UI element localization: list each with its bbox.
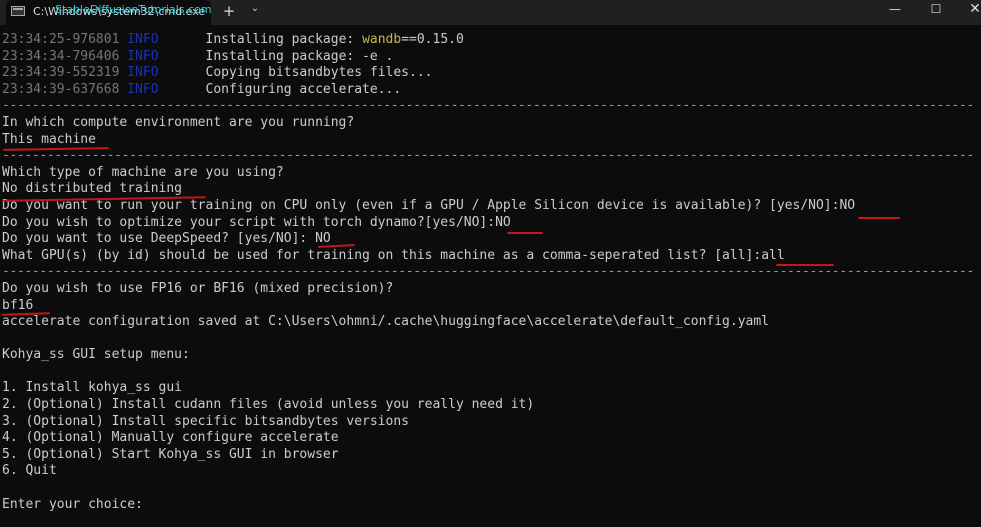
- log-message: Copying bitsandbytes files...: [205, 65, 433, 81]
- answer-text: NO: [495, 214, 511, 230]
- terminal-tab[interactable]: C:\Windows\system32\cmd.exe StableDiffus…: [6, 0, 212, 25]
- question-text: What GPU(s) (by id) should be used for t…: [2, 247, 762, 263]
- log-level: INFO: [127, 81, 159, 97]
- log-message: Installing package: -e .: [205, 48, 394, 64]
- menu-item: 3. (Optional) Install specific bitsandby…: [2, 413, 409, 429]
- log-line: 23:34:34-796406 INFO Installing package:…: [2, 49, 981, 66]
- log-level: INFO: [127, 48, 159, 64]
- question-machine: Which type of machine are you using?: [2, 164, 284, 180]
- annotation-underline: [507, 232, 543, 234]
- menu-item: 6. Quit: [2, 463, 57, 479]
- timestamp: 23:34:25-976801: [2, 32, 120, 47]
- question-deepspeed: Do you want to use DeepSpeed? [yes/NO]: …: [2, 231, 981, 248]
- separator: ----------------------------------------…: [2, 264, 974, 280]
- menu-item: 2. (Optional) Install cudann files (avoi…: [2, 397, 535, 413]
- log-line: 23:34:39-552319 INFO Copying bitsandbyte…: [2, 65, 981, 82]
- menu-title: Kohya_ss GUI setup menu:: [2, 347, 190, 363]
- timestamp: 23:34:39-552319: [2, 65, 120, 81]
- annotation-underline: [858, 217, 900, 219]
- terminal-output[interactable]: 23:34:25-976801 INFO Installing package:…: [2, 32, 981, 513]
- answer-text: NO: [315, 231, 331, 247]
- package-name: wandb: [362, 32, 402, 47]
- answer-text: NO: [839, 197, 856, 213]
- question-cpu: Do you want to run your training on CPU …: [2, 198, 981, 215]
- minimize-button[interactable]: —: [877, 0, 913, 25]
- log-level: INFO: [127, 32, 159, 47]
- watermark: StableDiffusionTutorials.com: [55, 3, 212, 16]
- question-text: Do you want to run your training on CPU …: [2, 197, 840, 213]
- answer-env: This machine: [2, 131, 96, 147]
- title-bar: C:\Windows\system32\cmd.exe StableDiffus…: [0, 0, 981, 25]
- log-line: 23:34:39-637668 INFO Configuring acceler…: [2, 82, 981, 99]
- timestamp: 23:34:39-637668: [2, 81, 120, 97]
- question-precision: Do you wish to use FP16 or BF16 (mixed p…: [2, 280, 394, 296]
- close-button[interactable]: ✕: [957, 0, 981, 25]
- question-text: Do you wish to optimize your script with…: [2, 214, 496, 230]
- menu-item: 1. Install kohya_ss gui: [2, 380, 183, 396]
- input-prompt[interactable]: Enter your choice:: [2, 497, 981, 514]
- chevron-down-icon[interactable]: ⌄: [247, 3, 263, 23]
- config-saved-message: accelerate configuration saved at C:\Use…: [2, 314, 770, 330]
- question-dynamo: Do you wish to optimize your script with…: [2, 215, 981, 232]
- menu-item: 5. (Optional) Start Kohya_ss GUI in brow…: [2, 446, 339, 462]
- answer-text: all: [761, 247, 785, 263]
- log-message: Installing package:: [205, 32, 363, 47]
- maximize-button[interactable]: ☐: [918, 0, 954, 25]
- log-line: 23:34:25-976801 INFO Installing package:…: [2, 32, 981, 49]
- question-gpu: What GPU(s) (by id) should be used for t…: [2, 248, 981, 265]
- answer-precision: bf16: [2, 297, 34, 313]
- separator: ----------------------------------------…: [2, 148, 974, 164]
- separator: ----------------------------------------…: [2, 98, 974, 114]
- package-version: ==0.15.0: [401, 32, 464, 47]
- log-level: INFO: [127, 65, 159, 81]
- annotation-underline: [776, 264, 834, 266]
- terminal-icon: [11, 6, 25, 16]
- answer-machine: No distributed training: [2, 181, 183, 197]
- question-env: In which compute environment are you run…: [2, 114, 355, 130]
- question-text: Do you want to use DeepSpeed? [yes/NO]:: [2, 231, 316, 247]
- log-message: Configuring accelerate...: [205, 81, 402, 97]
- timestamp: 23:34:34-796406: [2, 48, 120, 64]
- menu-item: 4. (Optional) Manually configure acceler…: [2, 430, 339, 446]
- new-tab-button[interactable]: +: [220, 2, 238, 22]
